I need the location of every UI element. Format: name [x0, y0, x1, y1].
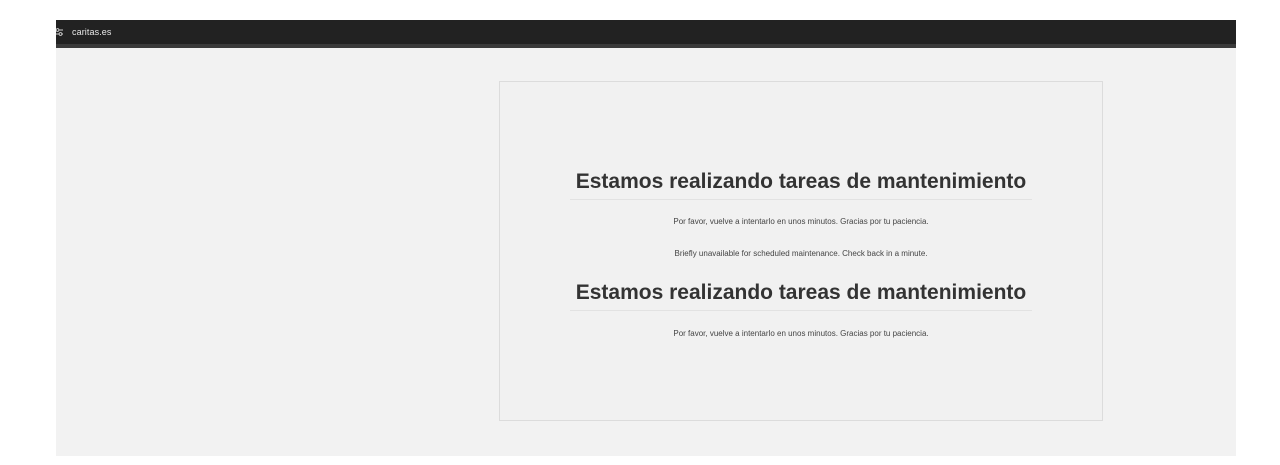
maintenance-message-es-secondary: Por favor, vuelve a intentarlo en unos m…	[673, 329, 929, 338]
maintenance-message-es: Por favor, vuelve a intentarlo en unos m…	[673, 217, 929, 226]
site-title: caritas.es	[72, 27, 112, 37]
maintenance-heading: Estamos realizando tareas de mantenimien…	[569, 169, 1033, 200]
title-bar: caritas.es	[56, 20, 1236, 48]
maintenance-panel: Estamos realizando tareas de mantenimien…	[499, 81, 1103, 421]
maintenance-heading-secondary: Estamos realizando tareas de mantenimien…	[569, 280, 1033, 311]
page-content: Estamos realizando tareas de mantenimien…	[56, 48, 1236, 456]
tune-icon[interactable]	[56, 27, 64, 37]
maintenance-message-en: Briefly unavailable for scheduled mainte…	[674, 249, 928, 258]
browser-window: caritas.es Estamos realizando tareas de …	[56, 20, 1236, 456]
